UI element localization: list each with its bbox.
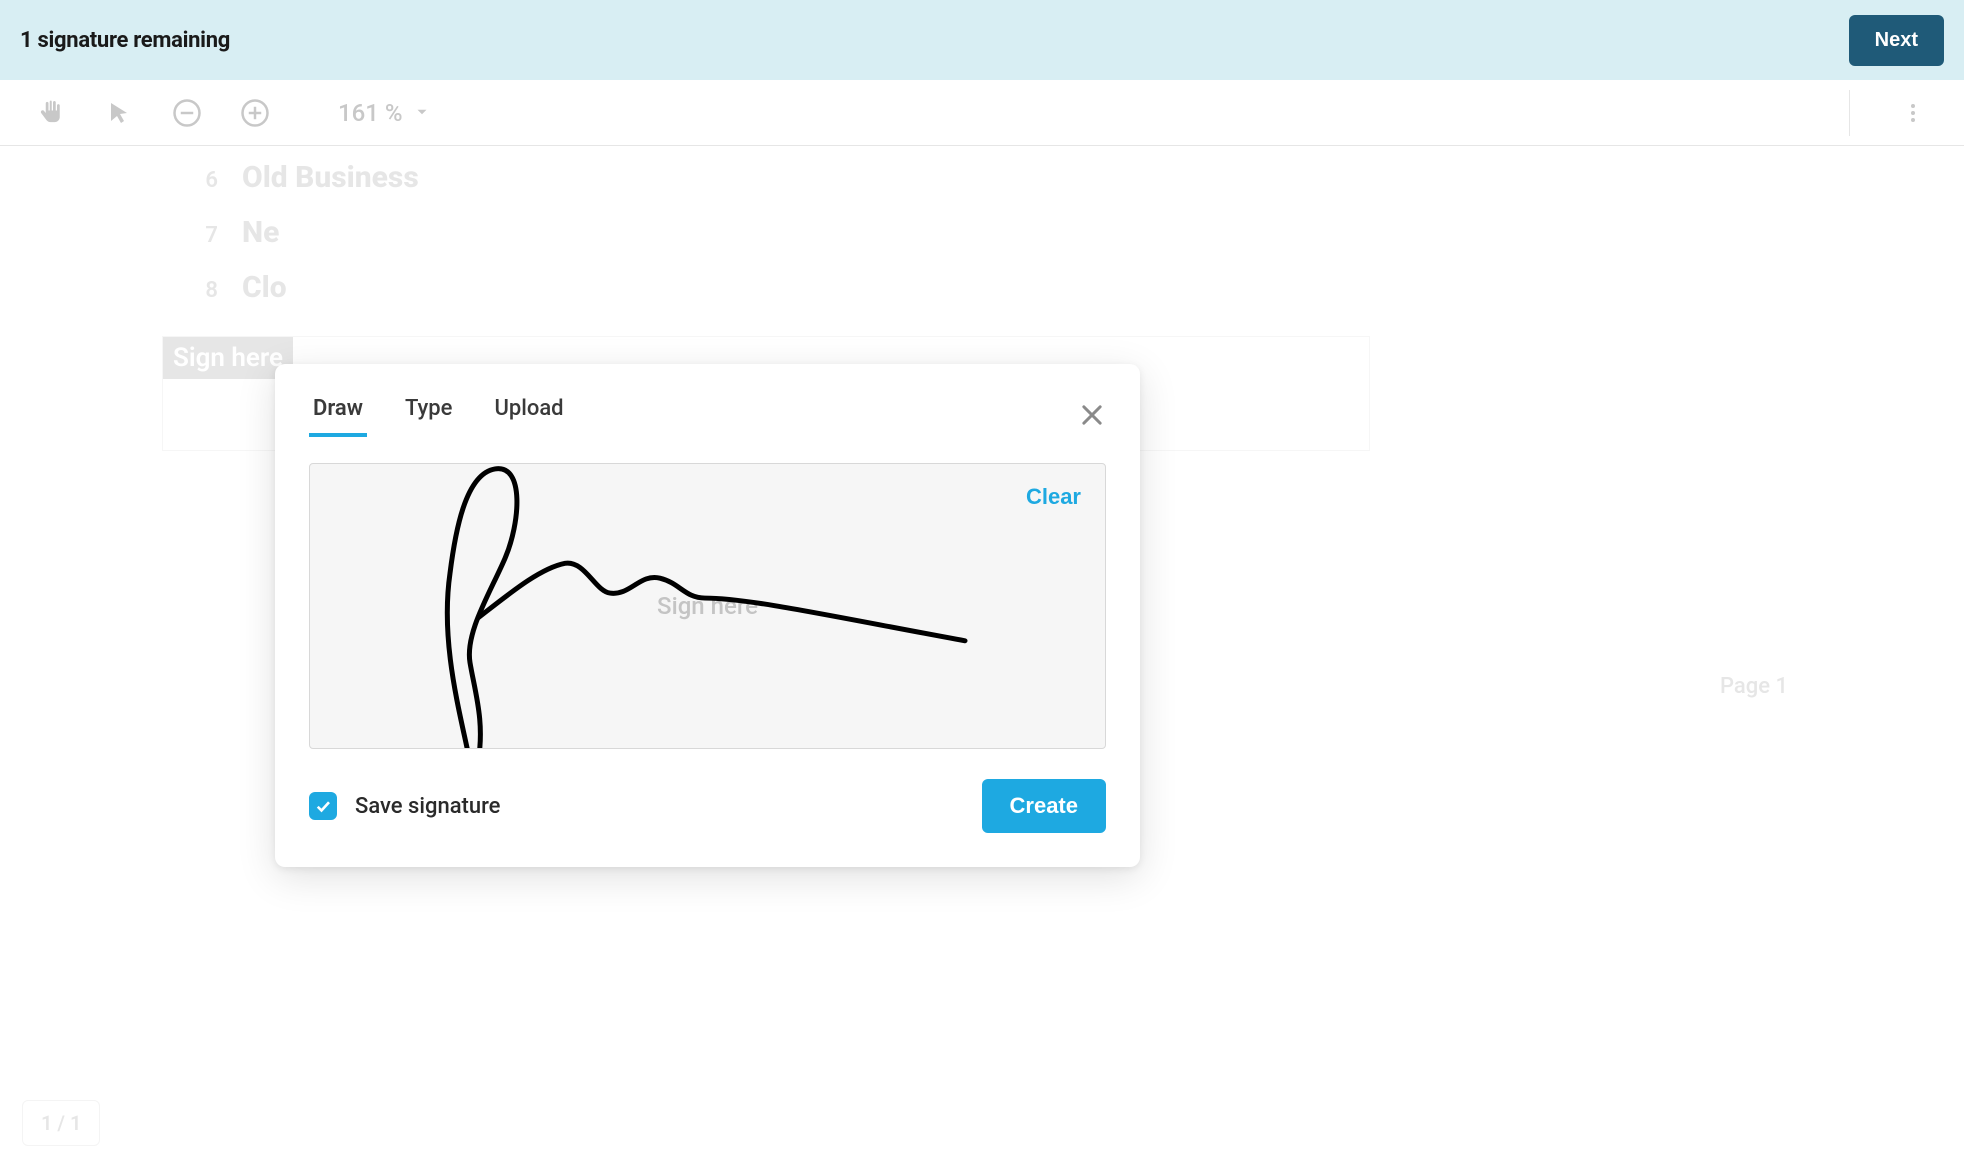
dropdown-caret-icon (413, 99, 431, 127)
drawn-signature (310, 464, 1105, 748)
tab-draw[interactable]: Draw (309, 392, 367, 437)
modal-footer: Save signature Create (309, 779, 1106, 833)
zoom-out-icon[interactable] (172, 98, 202, 128)
info-bar: 1 signature remaining Next (0, 0, 1964, 80)
select-arrow-icon[interactable] (104, 98, 134, 128)
create-button[interactable]: Create (982, 779, 1106, 833)
more-menu-icon[interactable] (1898, 98, 1928, 128)
next-button[interactable]: Next (1849, 15, 1944, 66)
zoom-value-text: 161 % (338, 99, 403, 127)
modal-tabs: Draw Type Upload (309, 392, 568, 437)
document-area: 6 Old Business 7 Ne 8 Clo Sign here Page… (0, 146, 1964, 1166)
pan-hand-icon[interactable] (36, 98, 66, 128)
tab-type[interactable]: Type (401, 392, 457, 437)
modal-tabs-row: Draw Type Upload (309, 392, 1106, 437)
signatures-remaining-text: 1 signature remaining (20, 28, 230, 53)
toolbar: 161 % (0, 80, 1964, 146)
tab-upload[interactable]: Upload (490, 392, 567, 437)
toolbar-divider (1849, 90, 1850, 136)
save-signature-option: Save signature (309, 792, 500, 820)
signature-canvas[interactable]: Sign here Clear (309, 463, 1106, 749)
zoom-in-icon[interactable] (240, 98, 270, 128)
close-icon[interactable] (1078, 401, 1106, 429)
save-signature-checkbox[interactable] (309, 792, 337, 820)
zoom-level[interactable]: 161 % (338, 99, 431, 127)
save-signature-label: Save signature (355, 794, 500, 819)
signature-modal: Draw Type Upload Sign here Clear Save (275, 364, 1140, 867)
